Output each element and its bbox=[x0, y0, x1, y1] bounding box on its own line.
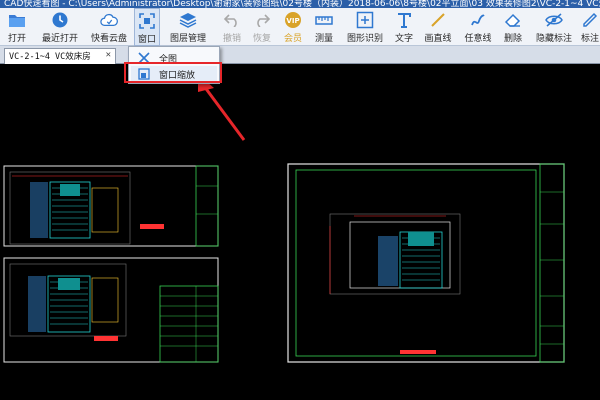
left-sheet-lower bbox=[3, 257, 219, 363]
text-label: 文字 bbox=[394, 34, 413, 44]
layer-manager-label: 图层管理 bbox=[169, 34, 206, 44]
title-bar: CAD快速看图 - C:\Users\Administrator\Desktop… bbox=[0, 0, 600, 8]
measure-button[interactable]: 测量 bbox=[312, 8, 336, 46]
delete-button[interactable]: 删除 bbox=[501, 8, 525, 46]
draw-line-button[interactable]: 画直线 bbox=[422, 8, 454, 46]
layer-manager-button[interactable]: 图层管理 bbox=[166, 8, 210, 46]
measure-label: 测量 bbox=[314, 34, 333, 44]
shape-recognition-label: 图形识别 bbox=[346, 34, 383, 44]
window-title: CAD快速看图 - C:\Users\Administrator\Desktop… bbox=[4, 0, 600, 8]
free-line-button[interactable]: 任意线 bbox=[462, 8, 494, 46]
annotation-label: 标注 bbox=[580, 34, 599, 44]
document-tab[interactable]: VC-2-1~4 VC效床房 ✕ bbox=[4, 48, 116, 64]
annotation-icon bbox=[581, 11, 599, 29]
vip-text: VIP bbox=[286, 17, 299, 25]
cloud-disk-label: 快看云盘 bbox=[90, 34, 127, 44]
cad-drawing bbox=[3, 74, 565, 363]
draw-line-label: 画直线 bbox=[424, 34, 452, 44]
folder-icon bbox=[8, 11, 26, 29]
free-line-label: 任意线 bbox=[464, 34, 492, 44]
text-icon bbox=[395, 11, 413, 29]
text-button[interactable]: 文字 bbox=[393, 8, 415, 46]
window-button[interactable]: 窗口 bbox=[134, 8, 160, 46]
vip-button[interactable]: VIP 会员 bbox=[281, 8, 305, 46]
delete-label: 删除 bbox=[503, 34, 522, 44]
cloud-disk-button[interactable]: 快看云盘 bbox=[88, 8, 130, 46]
cloud-icon bbox=[100, 11, 118, 29]
undo-label: 撤销 bbox=[222, 34, 241, 44]
hide-annotation-icon bbox=[545, 11, 563, 29]
highlight-box bbox=[124, 62, 222, 83]
open-label: 打开 bbox=[7, 34, 26, 44]
annotation-button[interactable]: 标注 bbox=[580, 8, 600, 46]
right-sheet bbox=[287, 163, 565, 363]
layers-icon bbox=[179, 11, 197, 29]
document-tab-label: VC-2-1~4 VC效床房 bbox=[9, 52, 91, 62]
undo-icon bbox=[223, 11, 241, 29]
line-icon bbox=[429, 11, 447, 29]
window-label: 窗口 bbox=[137, 35, 156, 45]
open-button[interactable]: 打开 bbox=[2, 8, 32, 46]
recent-open-button[interactable]: 最近打开 bbox=[38, 8, 82, 46]
vip-label: 会员 bbox=[283, 34, 302, 44]
undo-button[interactable]: 撤销 bbox=[220, 8, 244, 46]
redo-label: 恢复 bbox=[252, 34, 271, 44]
hide-annotation-button[interactable]: 隐藏标注 bbox=[532, 8, 576, 46]
recent-open-label: 最近打开 bbox=[41, 34, 78, 44]
vip-icon: VIP bbox=[284, 11, 302, 29]
eraser-icon bbox=[504, 11, 522, 29]
close-icon[interactable]: ✕ bbox=[106, 50, 111, 60]
hide-annotation-label: 隐藏标注 bbox=[535, 34, 572, 44]
recognize-icon bbox=[356, 11, 374, 29]
measure-icon bbox=[315, 11, 333, 29]
freeline-icon bbox=[469, 11, 487, 29]
left-sheet-upper bbox=[3, 165, 219, 247]
document-tab-strip: VC-2-1~4 VC效床房 ✕ bbox=[0, 46, 600, 64]
redo-icon bbox=[253, 11, 271, 29]
window-fit-icon bbox=[138, 12, 156, 30]
clock-icon bbox=[51, 11, 69, 29]
shape-recognition-button[interactable]: 图形识别 bbox=[343, 8, 387, 46]
ribbon-toolbar: 打开 最近打开 快看云盘 窗口 图层管理 撤销 恢复 VIP 会员 测量 图形识… bbox=[0, 8, 600, 46]
redo-button[interactable]: 恢复 bbox=[250, 8, 274, 46]
drawing-canvas[interactable] bbox=[0, 64, 600, 400]
